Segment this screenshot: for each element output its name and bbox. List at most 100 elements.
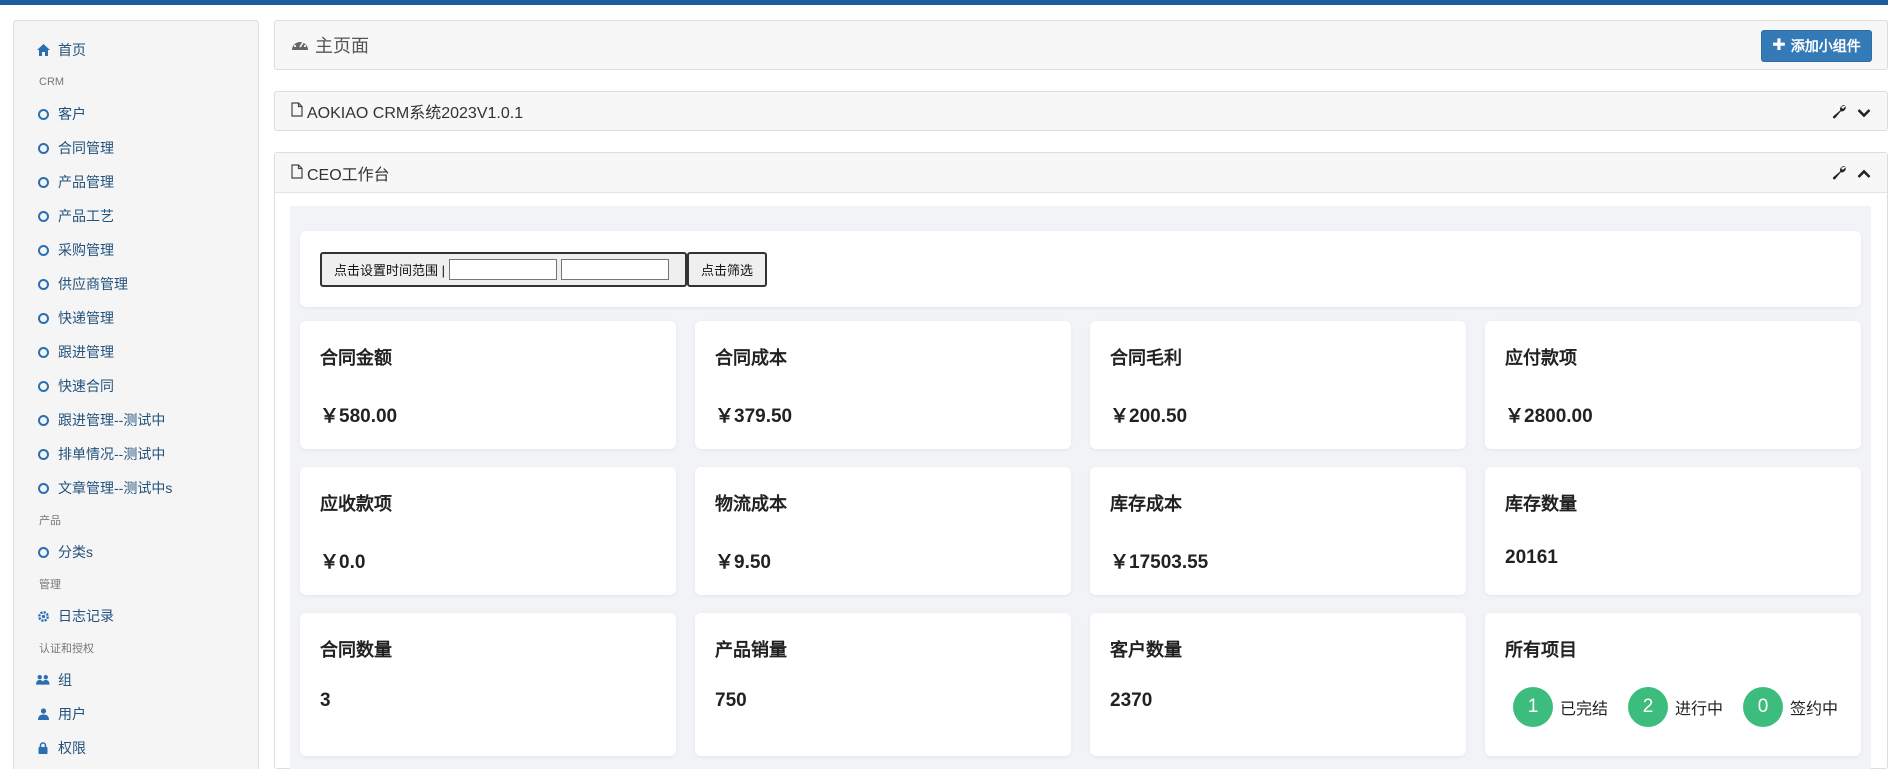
add-widget-label: 添加小组件: [1790, 38, 1861, 54]
stat-card-payables: 应付款项 ￥2800.00: [1485, 321, 1861, 449]
stat-title: 库存数量: [1505, 494, 1577, 514]
chevron-down-icon[interactable]: [1857, 105, 1871, 121]
sidebar-item-home[interactable]: 首页: [14, 33, 258, 67]
add-widget-button[interactable]: ✚ 添加小组件: [1761, 30, 1872, 62]
gear-icon: [36, 609, 50, 623]
filter-button[interactable]: 点击筛选: [687, 252, 767, 287]
chevron-up-icon[interactable]: [1857, 166, 1871, 182]
circle-icon: [36, 379, 50, 393]
sidebar: 首页 CRM 客户 合同管理 产品管理 产品工艺 采购管理 供应商管理 快递管理…: [13, 20, 259, 769]
circle-icon: [36, 311, 50, 325]
stat-title: 客户数量: [1110, 640, 1182, 660]
sidebar-item-label: 产品管理: [58, 174, 114, 190]
stat-card-logistics-cost: 物流成本 ￥9.50: [695, 467, 1071, 595]
file-icon: [291, 163, 303, 182]
sidebar-item-label: 用户: [58, 706, 86, 722]
sidebar-item-label: 供应商管理: [58, 276, 128, 292]
sidebar-item-articles-test[interactable]: 文章管理--测试中s: [14, 471, 258, 505]
time-range-button[interactable]: 点击设置时间范围 |: [320, 252, 687, 287]
stat-value: ￥580.00: [320, 406, 398, 427]
sidebar-item-groups[interactable]: 组: [14, 663, 258, 697]
stat-title: 合同毛利: [1110, 348, 1182, 368]
sidebar-item-scheduling-test[interactable]: 排单情况--测试中: [14, 437, 258, 471]
projects-card: 所有项目 1 已完结 2 进行中 0 签约中: [1485, 613, 1861, 756]
sidebar-item-users[interactable]: 用户: [14, 697, 258, 731]
stat-value: 750: [715, 690, 747, 711]
stat-card-contract-cost: 合同成本 ￥379.50: [695, 321, 1071, 449]
filter-bar: 点击设置时间范围 | 点击筛选: [300, 231, 1861, 307]
stat-card-contract-amount: 合同金额 ￥580.00: [300, 321, 676, 449]
circle-icon: [36, 107, 50, 121]
wrench-icon[interactable]: [1832, 165, 1847, 183]
sidebar-item-label: 权限: [58, 740, 86, 756]
top-accent-bar: [0, 0, 1888, 5]
sidebar-item-label: 快递管理: [58, 310, 114, 326]
completed-label: 已完结: [1560, 701, 1609, 718]
page-title: 主页面: [315, 36, 369, 56]
circle-icon: [36, 447, 50, 461]
sidebar-item-label: 产品工艺: [58, 208, 114, 224]
plus-icon: ✚: [1772, 37, 1786, 54]
home-icon: [36, 43, 50, 57]
sidebar-item-label: 首页: [58, 42, 86, 58]
file-icon: [291, 102, 303, 120]
in-progress-label: 进行中: [1675, 701, 1724, 718]
sidebar-item-label: 客户: [58, 106, 86, 122]
sidebar-item-contracts[interactable]: 合同管理: [14, 131, 258, 165]
sidebar-item-log[interactable]: 日志记录: [14, 599, 258, 633]
sidebar-item-product-process[interactable]: 产品工艺: [14, 199, 258, 233]
sidebar-item-follow-up-test[interactable]: 跟进管理--测试中: [14, 403, 258, 437]
stat-title: 应收款项: [320, 494, 392, 514]
stat-value: ￥2800.00: [1505, 406, 1593, 427]
sidebar-item-label: 采购管理: [58, 242, 114, 258]
sidebar-item-express[interactable]: 快递管理: [14, 301, 258, 335]
sidebar-item-suppliers[interactable]: 供应商管理: [14, 267, 258, 301]
stat-card-receivables: 应收款项 ￥0.0: [300, 467, 676, 595]
sidebar-item-follow-up[interactable]: 跟进管理: [14, 335, 258, 369]
circle-icon: [36, 481, 50, 495]
circle-icon: [36, 175, 50, 189]
stat-title: 应付款项: [1505, 348, 1577, 368]
signing-count-badge: 0: [1743, 687, 1784, 727]
circle-icon: [36, 209, 50, 223]
end-date-input[interactable]: [561, 259, 669, 280]
circle-icon: [36, 545, 50, 559]
panel-title: AOKIAO CRM系统2023V1.0.1: [307, 105, 524, 122]
stat-value: 3: [320, 690, 331, 711]
stat-value: ￥9.50: [715, 552, 771, 573]
sidebar-section-product: 产品: [39, 515, 61, 527]
sidebar-item-permissions[interactable]: 权限: [14, 731, 258, 765]
sidebar-item-products[interactable]: 产品管理: [14, 165, 258, 199]
start-date-input[interactable]: [449, 259, 557, 280]
project-status-row: 1 已完结 2 进行中 0 签约中: [1513, 687, 1858, 727]
circle-icon: [36, 141, 50, 155]
wrench-icon[interactable]: [1832, 104, 1847, 122]
stat-value: ￥0.0: [320, 552, 366, 573]
sidebar-item-label: 合同管理: [58, 140, 114, 156]
circle-icon: [36, 277, 50, 291]
stat-title: 合同数量: [320, 640, 392, 660]
sidebar-section-auth: 认证和授权: [39, 643, 94, 655]
dashboard-icon: [291, 36, 309, 54]
completed-count-badge: 1: [1513, 687, 1553, 727]
circle-icon: [36, 345, 50, 359]
stat-card-inventory-quantity: 库存数量 20161: [1485, 467, 1861, 595]
stat-value: ￥17503.55: [1110, 552, 1209, 573]
sidebar-item-purchasing[interactable]: 采购管理: [14, 233, 258, 267]
sidebar-item-label: 分类s: [58, 544, 93, 560]
time-range-label: 点击设置时间范围 |: [334, 263, 445, 278]
circle-icon: [36, 243, 50, 257]
stat-card-contract-count: 合同数量 3: [300, 613, 676, 756]
sidebar-item-label: 快速合同: [58, 378, 114, 394]
sidebar-item-label: 组: [58, 672, 72, 688]
sidebar-item-label: 跟进管理: [58, 344, 114, 360]
users-icon: [36, 673, 50, 687]
sidebar-item-customers[interactable]: 客户: [14, 97, 258, 131]
sidebar-item-label: 日志记录: [58, 608, 114, 624]
sidebar-item-quick-contract[interactable]: 快速合同: [14, 369, 258, 403]
sidebar-item-categories[interactable]: 分类s: [14, 535, 258, 569]
stat-card-gross-profit: 合同毛利 ￥200.50: [1090, 321, 1466, 449]
sidebar-section-crm: CRM: [39, 76, 65, 88]
stat-title: 物流成本: [715, 494, 787, 514]
stat-value: 20161: [1505, 547, 1558, 568]
